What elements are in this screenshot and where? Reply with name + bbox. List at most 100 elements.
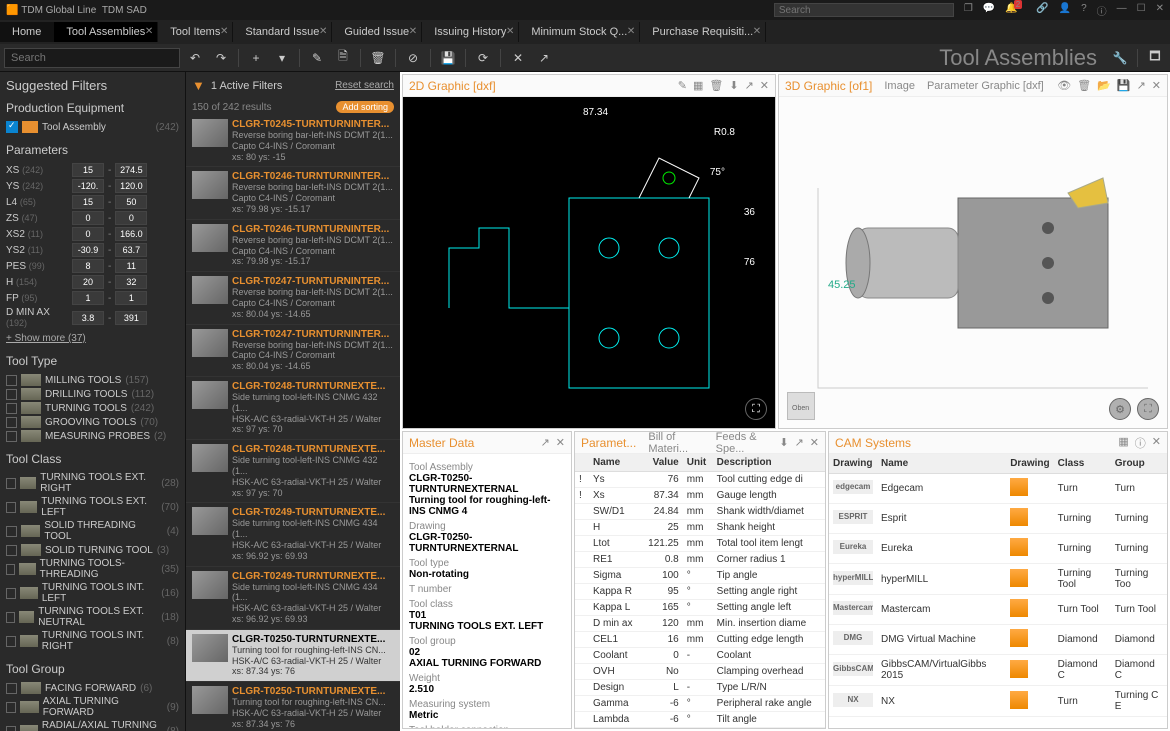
result-item[interactable]: CLGR-T0247-TURNTURNINTER... Reverse bori…: [186, 325, 400, 377]
tab-issuing-history[interactable]: Issuing History✕: [422, 22, 519, 42]
toolgroup-row[interactable]: FACING FORWARD (6): [6, 682, 179, 694]
cam-col-group[interactable]: Group: [1111, 454, 1167, 474]
tooltype-row[interactable]: MILLING TOOLS (157): [6, 374, 179, 386]
3d-sub-param[interactable]: Parameter Graphic [dxf]: [927, 80, 1044, 92]
delete-icon[interactable]: 🗑: [1077, 79, 1091, 92]
close-icon[interactable]: ✕: [220, 26, 228, 37]
add-sorting[interactable]: Add sorting: [336, 101, 394, 113]
result-item[interactable]: CLGR-T0248-TURNTURNEXTE... Side turning …: [186, 377, 400, 440]
save-icon[interactable]: 💾: [1117, 79, 1131, 92]
add-icon[interactable]: +: [245, 47, 267, 69]
external-icon[interactable]: ↗: [533, 47, 555, 69]
settings-icon[interactable]: ⚙: [1109, 398, 1131, 420]
user-icon[interactable]: 👤: [1059, 3, 1071, 18]
tab-guided-issue[interactable]: Guided Issue✕: [332, 22, 422, 42]
param-from[interactable]: 15: [72, 195, 104, 209]
toolgroup-row[interactable]: AXIAL TURNING FORWARD (9): [6, 696, 179, 718]
result-item[interactable]: CLGR-T0250-TURNTURNEXTE... Turning tool …: [186, 682, 400, 731]
copy-icon[interactable]: 🗎: [332, 47, 354, 69]
toolclass-row[interactable]: TURNING TOOLS EXT. RIGHT (28): [6, 472, 179, 494]
tab-standard-issue[interactable]: Standard Issue✕: [233, 22, 332, 42]
close-icon[interactable]: ✕: [760, 79, 769, 92]
toolclass-row[interactable]: TURNING TOOLS INT. LEFT (16): [6, 582, 179, 604]
cam-col-drawing[interactable]: Drawing: [829, 454, 877, 474]
param-table-row[interactable]: Gamma-6°Peripheral rake angle: [575, 696, 825, 712]
clear-icon[interactable]: ✕: [507, 47, 529, 69]
param-to[interactable]: 11: [115, 259, 147, 273]
col-name[interactable]: Name: [589, 454, 641, 472]
toolgroup-row[interactable]: RADIAL/AXIAL TURNING FW. (8): [6, 720, 179, 731]
bell-icon[interactable]: 🔔2: [1005, 3, 1026, 18]
drawing-3d[interactable]: 45.25: [788, 108, 1158, 418]
delete-icon[interactable]: 🗑: [367, 47, 389, 69]
tab-minimum-stock-q---[interactable]: Minimum Stock Q...✕: [519, 22, 640, 42]
param-to[interactable]: 0: [115, 211, 147, 225]
cam-row[interactable]: Eureka Eureka TurningTurning: [829, 534, 1167, 564]
cam-row[interactable]: hyperMILL hyperMILL Turning ToolTurning …: [829, 564, 1167, 595]
tooltype-row[interactable]: MEASURING PROBES (2): [6, 430, 179, 442]
orientation-cube[interactable]: Oben: [787, 392, 815, 420]
checkbox[interactable]: [6, 545, 17, 556]
col-unit[interactable]: Unit: [683, 454, 713, 472]
param-table-row[interactable]: InternalNoInside machining ?: [575, 728, 825, 729]
param-table-row[interactable]: !Ys76mmTool cutting edge di: [575, 472, 825, 488]
param-table-row[interactable]: Kappa L165°Setting angle left: [575, 600, 825, 616]
param-table-row[interactable]: Ltot121.25mmTotal tool item lengt: [575, 536, 825, 552]
close-icon[interactable]: ✕: [319, 26, 327, 37]
checkbox[interactable]: [6, 564, 15, 575]
tooltype-row[interactable]: TURNING TOOLS (242): [6, 402, 179, 414]
param-to[interactable]: 274.5: [115, 163, 147, 177]
info-icon[interactable]: ⓘ: [1135, 435, 1146, 451]
link-icon[interactable]: 🔗: [1036, 3, 1048, 18]
window-icon[interactable]: 🗖: [1144, 47, 1166, 69]
popout-icon[interactable]: ↗: [1137, 79, 1146, 92]
param-table-row[interactable]: D min ax120mmMin. insertion diame: [575, 616, 825, 632]
param-table-row[interactable]: RE10.8mmCorner radius 1: [575, 552, 825, 568]
param-table-row[interactable]: CEL116mmCutting edge length: [575, 632, 825, 648]
tab-tool-assemblies[interactable]: Tool Assemblies✕: [54, 22, 158, 42]
result-item[interactable]: CLGR-T0249-TURNTURNEXTE... Side turning …: [186, 503, 400, 566]
save-icon[interactable]: 💾: [437, 47, 459, 69]
param-table-row[interactable]: Coolant0-Coolant: [575, 648, 825, 664]
checkbox[interactable]: [6, 403, 17, 414]
maximize-icon[interactable]: ☐: [1137, 3, 1146, 18]
param-to[interactable]: 32: [115, 275, 147, 289]
cam-col-drawing2[interactable]: Drawing: [1006, 454, 1053, 474]
forward-icon[interactable]: ↷: [210, 47, 232, 69]
toolclass-row[interactable]: SOLID THREADING TOOL (4): [6, 520, 179, 542]
col-value[interactable]: Value: [641, 454, 683, 472]
view-icon[interactable]: 👁: [1057, 79, 1071, 92]
toolclass-row[interactable]: TURNING TOOLS INT. RIGHT (8): [6, 630, 179, 652]
cam-col-class[interactable]: Class: [1054, 454, 1111, 474]
param-from[interactable]: 0: [72, 227, 104, 241]
grid-icon[interactable]: ▦: [1118, 435, 1128, 451]
show-more[interactable]: + Show more (37): [6, 333, 179, 344]
param-table-row[interactable]: H25mmShank height: [575, 520, 825, 536]
cam-row[interactable]: NX NX TurnTurning C E: [829, 686, 1167, 717]
cam-row[interactable]: DMG MORI DMG Virtual Machine DiamondDiam…: [829, 625, 1167, 655]
close-icon[interactable]: ✕: [627, 26, 635, 37]
popout-icon[interactable]: ↗: [541, 436, 550, 449]
params-tab[interactable]: Paramet...: [581, 436, 636, 450]
close-icon[interactable]: ✕: [1156, 3, 1164, 18]
checkbox[interactable]: [6, 502, 16, 513]
checkbox[interactable]: [6, 588, 16, 599]
checkbox[interactable]: [6, 702, 16, 713]
feeds-tab[interactable]: Feeds & Spe...: [716, 431, 774, 455]
cam-row[interactable]: Mastercam Mastercam Turn ToolTurn Tool: [829, 595, 1167, 625]
param-from[interactable]: 0: [72, 211, 104, 225]
param-from[interactable]: -30.9: [72, 243, 104, 257]
info-icon[interactable]: ⓘ: [1097, 3, 1107, 18]
prod-checkbox[interactable]: [6, 121, 18, 133]
param-table-row[interactable]: SW/D124.84mmShank width/diamet: [575, 504, 825, 520]
param-to[interactable]: 120.0: [115, 179, 147, 193]
filter-icon[interactable]: ▼: [192, 78, 205, 93]
chat-icon[interactable]: 💬: [983, 3, 995, 18]
close-icon[interactable]: ✕: [556, 436, 565, 449]
help-icon[interactable]: ?: [1081, 3, 1087, 18]
toolclass-row[interactable]: TURNING TOOLS EXT. LEFT (70): [6, 496, 179, 518]
param-table-row[interactable]: !Xs87.34mmGauge length: [575, 488, 825, 504]
result-item[interactable]: CLGR-T0246-TURNTURNINTER... Reverse bori…: [186, 220, 400, 272]
param-from[interactable]: 3.8: [72, 311, 104, 325]
grid-icon[interactable]: ▦: [693, 79, 703, 92]
